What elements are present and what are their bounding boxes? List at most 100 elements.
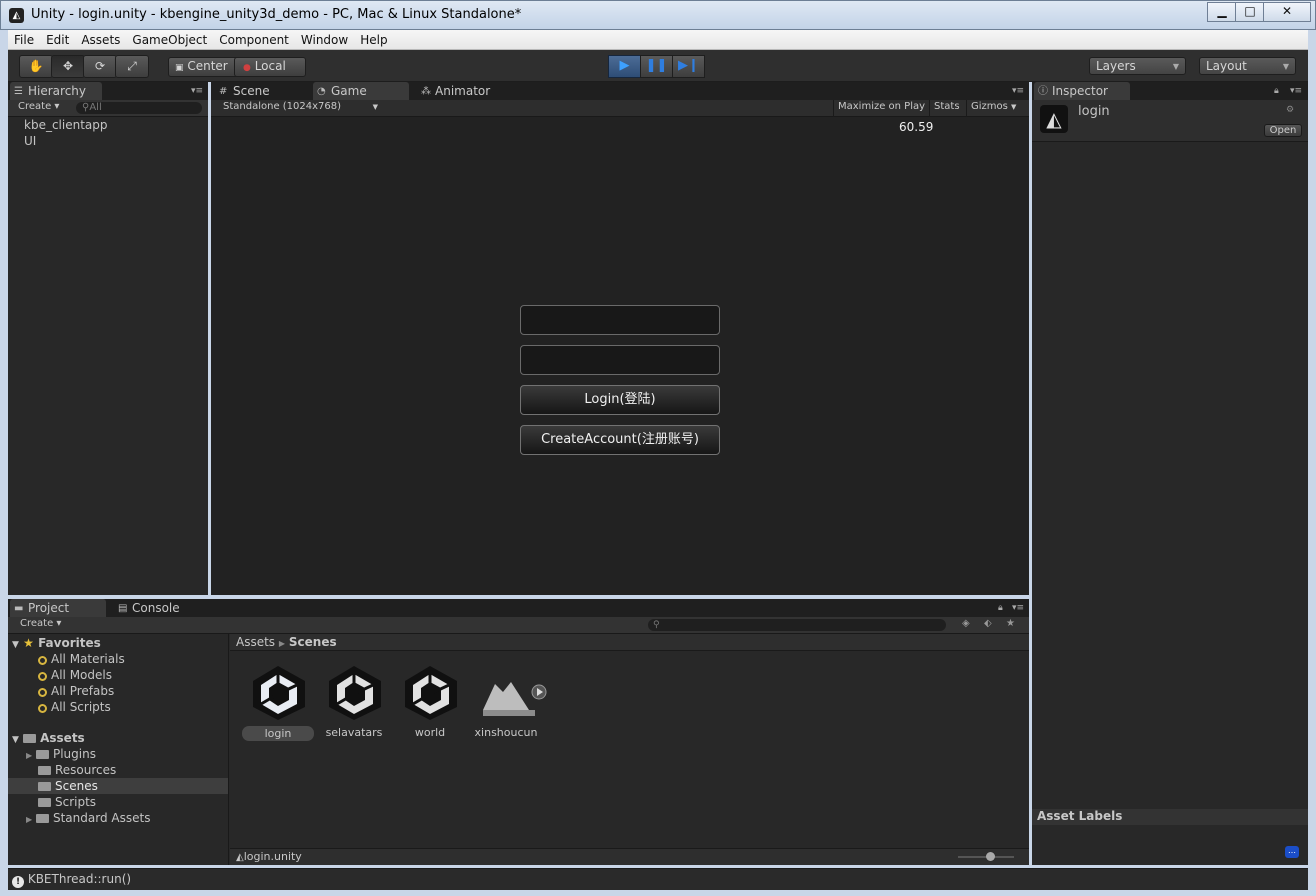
asset-labels-header: Asset Labels — [1032, 809, 1308, 825]
username-input[interactable] — [520, 305, 720, 335]
play-button[interactable]: ▶ — [608, 55, 641, 78]
breadcrumb-assets[interactable]: Assets — [236, 635, 275, 649]
move-tool-button[interactable]: ✥ — [51, 55, 85, 78]
main-toolbar: ✋ ✥ ⟳ ⤢ ▣ Center ● Local ▶ ❚❚ ▶❙ Layers ▼… — [8, 50, 1308, 82]
menu-help[interactable]: Help — [354, 30, 393, 47]
zoom-slider[interactable] — [958, 852, 1014, 861]
folder-plugins[interactable]: ▶ Plugins — [8, 746, 228, 762]
project-search-input[interactable]: ⚲ — [648, 619, 946, 631]
close-button[interactable]: ✕ — [1263, 2, 1311, 22]
asset-selavatars[interactable]: selavatars — [316, 660, 392, 744]
menu-component[interactable]: Component — [213, 30, 295, 47]
hierarchy-item-kbe-clientapp[interactable]: kbe_clientapp — [8, 117, 208, 133]
gear-icon[interactable]: ⚙ — [1286, 105, 1294, 115]
menu-file[interactable]: File — [8, 30, 40, 47]
project-tabstrip: ▬ Project ▤ Console 🔒︎ ▾≡ — [8, 599, 1029, 617]
minimize-button[interactable]: ▁ — [1207, 2, 1237, 22]
pivot-mode-button[interactable]: ▣ Center — [168, 57, 242, 77]
folder-resources[interactable]: Resources — [8, 762, 228, 778]
hand-tool-button[interactable]: ✋ — [19, 55, 53, 78]
layers-dropdown[interactable]: Layers ▼ — [1089, 57, 1186, 75]
step-icon: ▶❙ — [678, 58, 699, 73]
animator-icon: ⁂ — [421, 86, 431, 97]
chevron-right-icon: ▶ — [278, 639, 286, 648]
tab-scene[interactable]: # Scene — [215, 82, 311, 100]
panel-menu-icon[interactable]: ▾≡ — [1290, 86, 1302, 96]
favorites-label: Favorites — [38, 636, 101, 650]
resolution-label: Standalone (1024x768) — [223, 101, 342, 112]
hierarchy-create-button[interactable]: Create ▾ — [18, 101, 59, 112]
maximize-on-play-toggle[interactable]: Maximize on Play — [833, 100, 929, 117]
asset-world[interactable]: world — [392, 660, 468, 744]
resolution-dropdown[interactable]: Standalone (1024x768) ▼ — [223, 101, 378, 112]
tab-animator-label: Animator — [435, 84, 491, 98]
tab-game[interactable]: ◔ Game — [313, 82, 409, 100]
folder-scenes[interactable]: Scenes — [8, 778, 228, 794]
status-text: KBEThread::run() — [27, 872, 132, 886]
favorite-all-scripts[interactable]: All Scripts — [8, 699, 228, 715]
more-labels-icon[interactable]: … — [1285, 846, 1299, 858]
gizmos-dropdown[interactable]: Gizmos ▼ — [966, 100, 1020, 117]
folder-icon — [38, 782, 51, 791]
zoom-slider-thumb[interactable] — [986, 852, 995, 861]
login-button[interactable]: Login(登陆) — [520, 385, 720, 415]
favorite-label: All Materials — [51, 652, 125, 666]
breadcrumb: Assets ▶ Scenes — [230, 634, 1029, 651]
unity-scene-icon — [401, 664, 459, 722]
favorite-all-models[interactable]: All Models — [8, 667, 228, 683]
status-bar[interactable]: ! KBEThread::run() — [8, 868, 1308, 890]
menu-edit[interactable]: Edit — [40, 30, 75, 47]
open-button[interactable]: Open — [1264, 124, 1302, 137]
rotate-icon: ⟳ — [94, 59, 106, 73]
game-view-subbar: Standalone (1024x768) ▼ Maximize on Play … — [211, 100, 1029, 117]
tab-console[interactable]: ▤ Console — [114, 599, 210, 617]
folder-scripts[interactable]: Scripts — [8, 794, 228, 810]
center-tabstrip: # Scene ◔ Game ⁂ Animator ▾≡ — [211, 82, 1029, 100]
scale-tool-button[interactable]: ⤢ — [115, 55, 149, 78]
password-input[interactable] — [520, 345, 720, 375]
breadcrumb-scenes[interactable]: Scenes — [289, 635, 337, 649]
play-icon: ▶ — [619, 58, 630, 73]
lock-icon[interactable]: 🔒︎ — [998, 603, 1003, 613]
menu-assets[interactable]: Assets — [75, 30, 126, 47]
favorite-all-materials[interactable]: All Materials — [8, 651, 228, 667]
step-button[interactable]: ▶❙ — [672, 55, 705, 78]
panel-menu-icon[interactable]: ▾≡ — [191, 86, 203, 96]
favorite-all-prefabs[interactable]: All Prefabs — [8, 683, 228, 699]
favorite-label: All Scripts — [51, 700, 111, 714]
globe-icon: ● — [243, 63, 251, 73]
filter-type-icon[interactable]: ◈ — [962, 618, 970, 629]
create-label: Create — [20, 618, 54, 629]
lock-icon[interactable]: 🔒︎ — [1274, 86, 1279, 96]
menu-gameobject[interactable]: GameObject — [126, 30, 213, 47]
filter-label-icon[interactable]: ⬖ — [984, 618, 992, 629]
stats-toggle[interactable]: Stats — [929, 100, 964, 117]
asset-label: selavatars — [325, 726, 383, 739]
asset-label: world — [414, 726, 446, 739]
menu-window[interactable]: Window — [295, 30, 354, 47]
inspector-header: ◭ login ⚙ Open — [1032, 100, 1308, 142]
tab-inspector[interactable]: ⓘ Inspector — [1034, 82, 1130, 100]
hierarchy-item-ui[interactable]: UI — [8, 133, 208, 149]
favorites-section[interactable]: ▼ ★ Favorites — [8, 635, 228, 651]
panel-menu-icon[interactable]: ▾≡ — [1012, 86, 1024, 96]
folder-standard-assets[interactable]: ▶ Standard Assets — [8, 810, 228, 826]
tab-animator[interactable]: ⁂ Animator — [417, 82, 513, 100]
project-create-button[interactable]: Create ▾ — [20, 618, 61, 629]
asset-login[interactable]: login — [240, 660, 316, 744]
tab-project[interactable]: ▬ Project — [10, 599, 106, 617]
tab-hierarchy[interactable]: ☰ Hierarchy — [10, 82, 102, 100]
pivot-space-button[interactable]: ● Local — [234, 57, 306, 77]
maximize-button[interactable]: □ — [1235, 2, 1265, 22]
asset-xinshoucun[interactable]: xinshoucun — [468, 660, 547, 744]
layout-dropdown[interactable]: Layout ▼ — [1199, 57, 1296, 75]
panel-menu-icon[interactable]: ▾≡ — [1012, 603, 1024, 613]
rotate-tool-button[interactable]: ⟳ — [83, 55, 117, 78]
star-icon[interactable]: ★ — [1006, 618, 1015, 629]
tab-game-label: Game — [331, 84, 367, 98]
pause-button[interactable]: ❚❚ — [640, 55, 673, 78]
folder-label: Scripts — [55, 795, 97, 809]
hierarchy-search-input[interactable]: ⚲All — [76, 102, 202, 114]
assets-section[interactable]: ▼ Assets — [8, 730, 228, 746]
create-account-button[interactable]: CreateAccount(注册账号) — [520, 425, 720, 455]
